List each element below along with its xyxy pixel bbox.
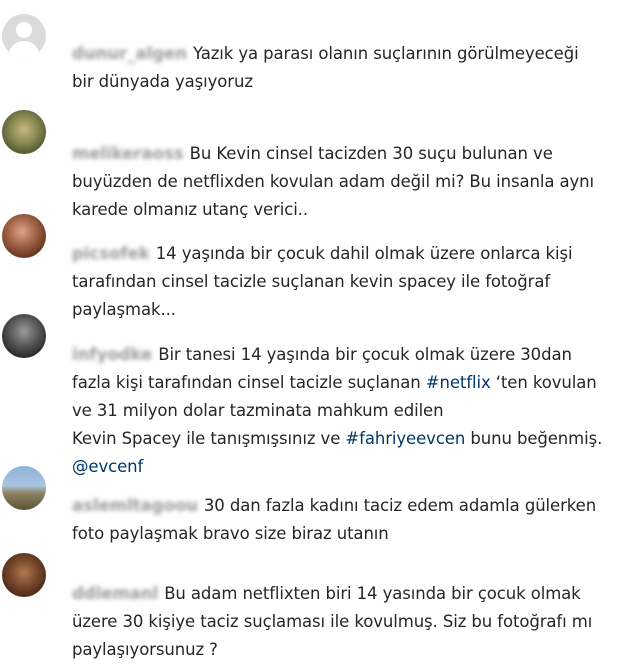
- comment-username[interactable]: dunur_algen: [72, 40, 187, 68]
- comment-text: bunu beğenmiş.: [470, 429, 603, 448]
- comment-username[interactable]: melikeraoss: [72, 140, 184, 168]
- avatar[interactable]: [2, 314, 46, 358]
- avatar[interactable]: [2, 466, 46, 510]
- avatar[interactable]: [2, 110, 46, 154]
- avatar[interactable]: [2, 553, 46, 597]
- comments-list: dunur_algen Yazık ya parası olanın suçlar…: [0, 0, 640, 659]
- hashtag-link[interactable]: #fahriyeevcen: [345, 429, 465, 448]
- comment-username[interactable]: aslemltagoou: [72, 492, 198, 520]
- default-avatar-icon[interactable]: [2, 14, 46, 58]
- hashtag-link[interactable]: #netflix: [426, 373, 491, 392]
- comment-username[interactable]: ddlemanl: [72, 580, 158, 608]
- avatar[interactable]: [2, 214, 46, 258]
- comment-username[interactable]: picsofek: [72, 240, 150, 268]
- comment-username[interactable]: infyodke: [72, 341, 152, 369]
